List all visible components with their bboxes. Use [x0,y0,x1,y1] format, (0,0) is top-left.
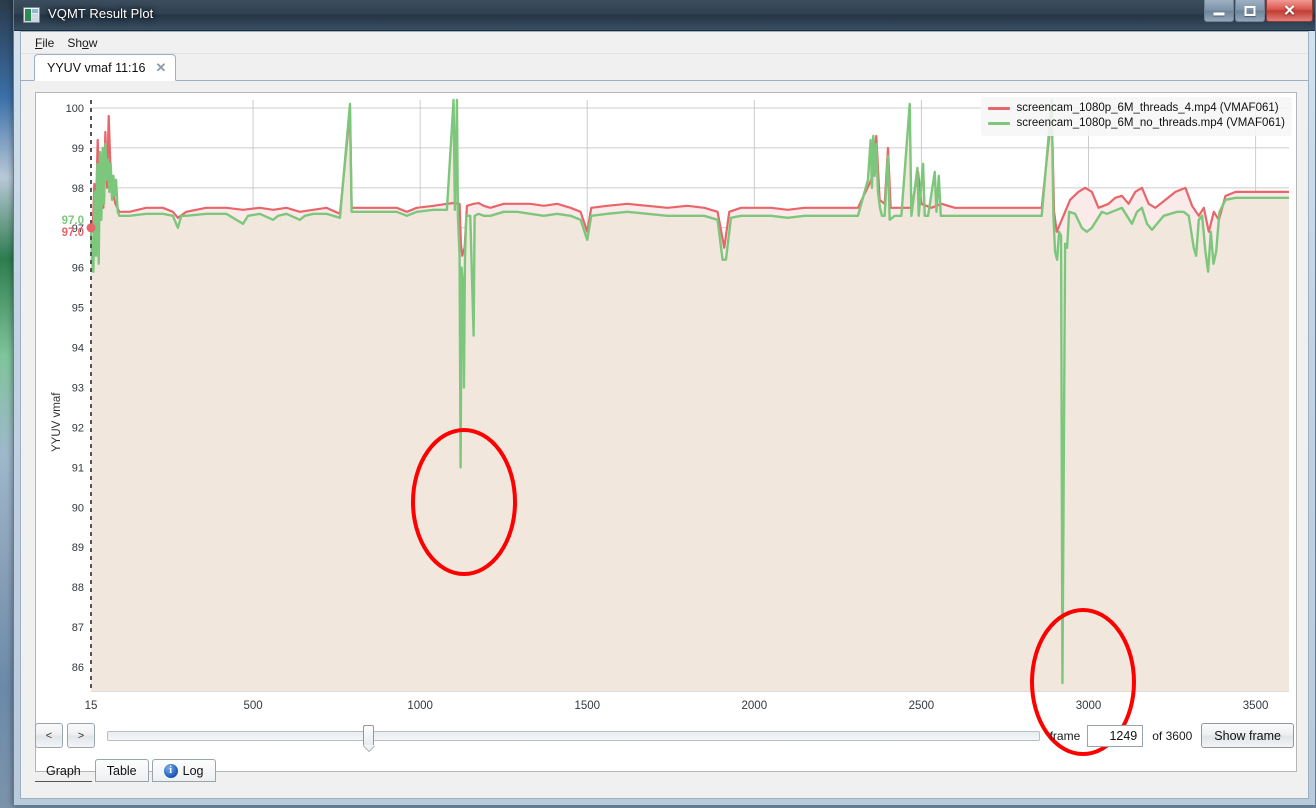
y-tick-label: 94 [72,343,84,355]
x-tick-label: 1500 [574,700,600,712]
x-tick-label: 15 [85,700,98,712]
x-tick-label: 3000 [1076,700,1102,712]
frame-input[interactable]: 1249 [1087,724,1144,747]
tab-graph-label: Graph [46,764,81,778]
plot-svg: 868788899091929394959697989910015 500 1000… [62,98,1289,756]
tab-log[interactable]: i Log [151,759,216,782]
y-tick-label: 88 [72,582,84,594]
info-icon: i [163,763,178,778]
menu-file[interactable]: File [31,34,63,52]
legend-swatch-nothreads [987,122,1010,125]
y-tick-label: 98 [72,183,84,195]
y-tick-label: 92 [72,422,84,434]
y-tick-label: 95 [72,303,84,315]
y-tick-label: 89 [72,542,84,554]
frame-label: frame [1049,728,1081,743]
legend-entry-nothreads: screencam_1080p_6M_no_threads.mp4 (VMAF0… [987,116,1285,131]
window-controls: ✕ [1203,0,1313,22]
y-tick-label: 93 [72,383,84,395]
chart-legend: screencam_1080p_6M_threads_4.mp4 (VMAF06… [980,97,1292,136]
y-tick-label: 96 [72,263,84,275]
x-tick-label: 1000 [407,700,433,712]
tab-table[interactable]: Table [94,759,149,782]
x-tick-label: 2500 [909,700,935,712]
app-window: VQMT Result Plot ✕ File Show YYUV vmaf 1… [13,0,1316,806]
cursor-value-threads4: 97.0 [62,227,84,239]
x-tick-label: 3500 [1243,700,1269,712]
tab-graph[interactable]: Graph [35,761,92,782]
cursor-marker-threads4 [86,223,96,233]
maximize-button[interactable] [1235,0,1265,22]
tab-close-icon[interactable]: ✕ [155,60,166,76]
app-icon [23,7,40,23]
x-tick-label: 2000 [742,700,768,712]
legend-entry-threads4: screencam_1080p_6M_threads_4.mp4 (VMAF06… [987,101,1285,116]
y-tick-label: 87 [72,622,84,634]
tab-table-label: Table [106,763,137,778]
frame-control-bar: < > frame 1249 of 3600 Show frame [35,721,1294,750]
y-tick-label: 100 [66,103,84,115]
bottom-tab-bar: Graph Table i Log [35,757,219,782]
tab-log-label: Log [182,763,204,778]
frame-slider[interactable] [107,724,1040,746]
x-tick-label: 500 [243,700,262,712]
close-button[interactable]: ✕ [1266,0,1313,22]
plot-area[interactable]: 86 87 88 89 90 91 92 93 94 95 96 97 98 99 100 15 500 1000… [35,92,1297,772]
menu-bar: File Show [21,32,1308,54]
y-tick-label: 99 [72,143,84,155]
tab-yyuv-vmaf[interactable]: YYUV vmaf 11:16 ✕ [34,54,177,81]
y-axis-label: YYUV vmaf [51,392,63,452]
slider-thumb[interactable] [363,724,375,746]
prev-frame-button[interactable]: < [35,723,63,748]
cursor-value-nothreads: 97.0 [62,215,84,227]
client-area: File Show YYUV vmaf 11:16 ✕ 86 87 88 89 90 91… [20,31,1309,799]
graph-panel: 86 87 88 89 90 91 92 93 94 95 96 97 98 99 100 15 500 1000… [21,82,1308,798]
tab-label: YYUV vmaf 11:16 [47,60,146,75]
window-title: VQMT Result Plot [48,6,154,21]
frame-total-label: of 3600 [1152,728,1193,743]
y-tick-label: 91 [72,462,84,474]
minimize-button[interactable] [1204,0,1234,22]
legend-label-threads4: screencam_1080p_6M_threads_4.mp4 (VMAF06… [1016,102,1279,114]
tab-strip: YYUV vmaf 11:16 ✕ [21,54,1308,81]
y-tick-label: 86 [72,662,84,674]
legend-label-nothreads: screencam_1080p_6M_no_threads.mp4 (VMAF0… [1016,117,1285,129]
menu-show[interactable]: Show [63,34,106,52]
y-tick-label: 90 [72,502,84,514]
slider-track[interactable] [107,730,1040,741]
next-frame-button[interactable]: > [67,723,95,748]
legend-swatch-threads4 [987,107,1010,110]
close-icon: ✕ [1283,2,1296,19]
title-bar[interactable]: VQMT Result Plot ✕ [14,0,1315,31]
show-frame-button[interactable]: Show frame [1201,723,1294,748]
